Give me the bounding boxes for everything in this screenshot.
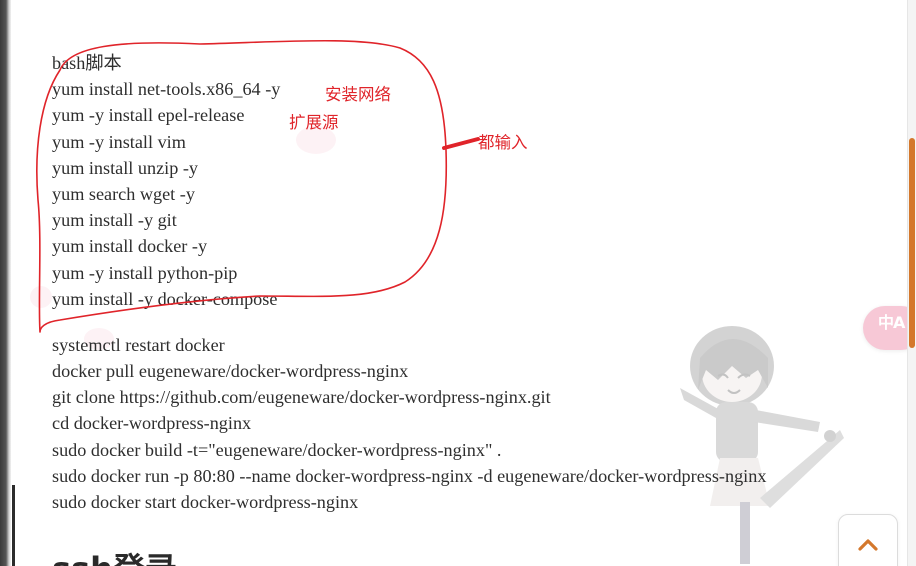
code-line: yum install net-tools.x86_64 -y (52, 79, 281, 100)
background-smudge (30, 286, 52, 308)
window-left-edge (0, 0, 11, 566)
annotation-extension-source: 扩展源 (289, 113, 339, 132)
annotation-all-input: 都输入 (478, 133, 528, 152)
code-line: sudo docker run -p 80:80 --name docker-w… (52, 465, 767, 486)
code-line: yum -y install epel-release (52, 105, 245, 126)
code-line: git clone https://github.com/eugeneware/… (52, 387, 551, 408)
code-line: yum install docker -y (52, 236, 208, 257)
code-line: cd docker-wordpress-nginx (52, 413, 252, 434)
code-line: sudo docker start docker-wordpress-nginx (52, 492, 359, 512)
code-line: yum install unzip -y (52, 157, 198, 178)
code-line: docker pull eugeneware/docker-wordpress-… (52, 361, 409, 382)
code-gap (52, 312, 892, 332)
page: bash脚本 yum install net-tools.x86_64 -y y… (0, 0, 916, 566)
code-line: systemctl restart docker (52, 334, 225, 355)
code-line: yum install -y git (52, 210, 177, 231)
translate-icon: 中A (878, 313, 905, 332)
code-line: yum -y install python-pip (52, 262, 238, 283)
code-line: yum install -y docker-compose (52, 288, 278, 309)
annotation-install-network: 安装网络 (325, 85, 391, 104)
section-heading-ssh: ssh登录 (52, 544, 177, 566)
code-line: yum search wget -y (52, 183, 195, 204)
back-to-top-button[interactable] (838, 514, 898, 566)
chevron-up-icon (858, 539, 878, 551)
code-line-bash-label: bash脚本 (52, 53, 122, 73)
code-block: bash脚本 yum install net-tools.x86_64 -y y… (52, 50, 892, 515)
scrollbar-thumb[interactable] (909, 138, 915, 348)
code-line: sudo docker build -t="eugeneware/docker-… (52, 439, 502, 460)
window-left-edge-mark (12, 485, 15, 566)
code-line: yum -y install vim (52, 131, 186, 152)
